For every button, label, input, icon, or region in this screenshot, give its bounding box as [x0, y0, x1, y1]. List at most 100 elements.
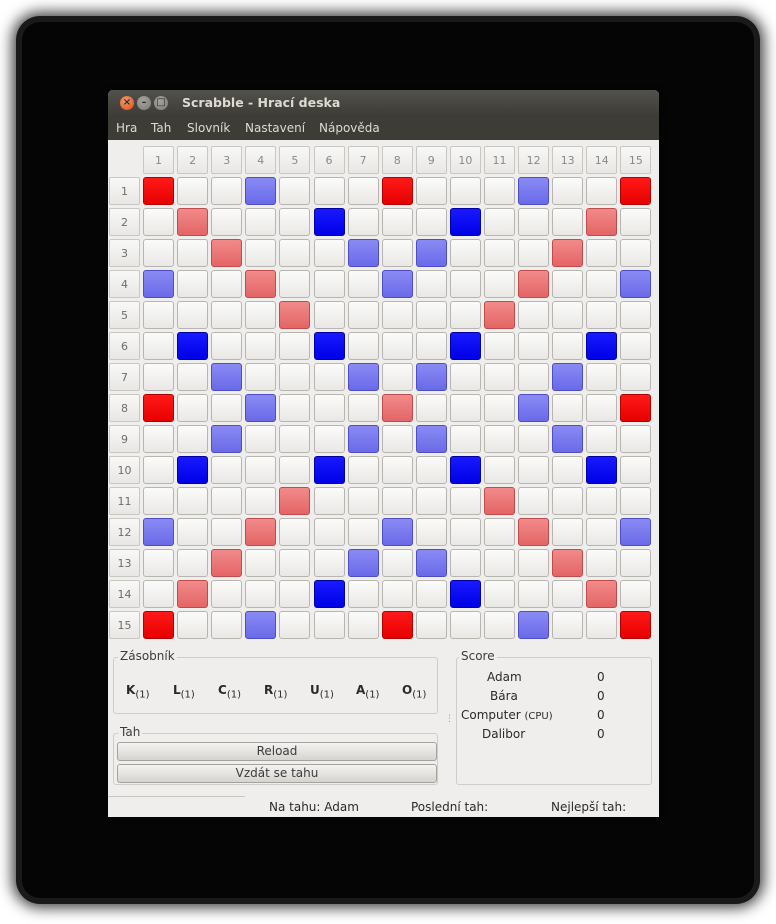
board-cell[interactable]	[381, 456, 413, 484]
board-cell[interactable]	[245, 332, 277, 360]
board-cell[interactable]	[620, 580, 652, 608]
rack-tile[interactable]: U(1)	[310, 683, 334, 700]
board-cell[interactable]	[484, 363, 515, 391]
board-cell[interactable]	[484, 456, 515, 484]
board-cell[interactable]	[484, 177, 515, 205]
board-cell[interactable]	[177, 270, 209, 298]
board-cell-dl[interactable]	[620, 518, 652, 546]
board-cell[interactable]	[347, 177, 379, 205]
board-cell-dl[interactable]	[518, 394, 550, 422]
pass-turn-button[interactable]: Vzdát se tahu	[117, 764, 437, 783]
board-cell[interactable]	[143, 239, 174, 267]
board-cell[interactable]	[347, 580, 379, 608]
board-cell-dw[interactable]	[586, 208, 618, 236]
board-cell-dl[interactable]	[381, 518, 413, 546]
board-cell[interactable]	[449, 270, 481, 298]
board-cell[interactable]	[347, 518, 379, 546]
board-cell[interactable]	[449, 425, 481, 453]
board-cell[interactable]	[586, 177, 618, 205]
board-cell[interactable]	[620, 239, 652, 267]
board-cell[interactable]	[552, 394, 584, 422]
board-cell[interactable]	[552, 580, 584, 608]
rack-tile[interactable]: A(1)	[356, 683, 379, 700]
board-cell[interactable]	[381, 425, 413, 453]
board-cell[interactable]	[211, 394, 243, 422]
board-cell[interactable]	[552, 611, 584, 639]
board-cell[interactable]	[313, 425, 345, 453]
board-cell-tw[interactable]	[620, 177, 652, 205]
board-cell[interactable]	[518, 456, 550, 484]
board-cell[interactable]	[620, 208, 652, 236]
board-cell[interactable]	[518, 425, 550, 453]
board-cell[interactable]	[381, 580, 413, 608]
board-cell[interactable]	[620, 425, 652, 453]
board-cell[interactable]	[143, 363, 174, 391]
board-cell[interactable]	[245, 549, 277, 577]
board-cell[interactable]	[484, 239, 515, 267]
board-cell[interactable]	[518, 363, 550, 391]
board-cell[interactable]	[484, 425, 515, 453]
board-cell[interactable]	[518, 549, 550, 577]
board-cell-tl[interactable]	[449, 208, 481, 236]
board-cell-dw[interactable]	[518, 270, 550, 298]
board-cell-dl[interactable]	[415, 549, 447, 577]
board-cell[interactable]	[347, 332, 379, 360]
board-cell[interactable]	[279, 363, 311, 391]
board-cell[interactable]	[245, 425, 277, 453]
board-cell[interactable]	[347, 301, 379, 329]
board-cell[interactable]	[415, 580, 447, 608]
board-cell[interactable]	[620, 363, 652, 391]
board-cell[interactable]	[313, 363, 345, 391]
menu-nastaveni[interactable]: Nastavení	[245, 121, 305, 135]
board-cell-tl[interactable]	[586, 456, 618, 484]
board-cell[interactable]	[279, 270, 311, 298]
board-cell-tl[interactable]	[313, 456, 345, 484]
board-cell-dw[interactable]	[211, 549, 243, 577]
board-cell[interactable]	[518, 301, 550, 329]
board-cell[interactable]	[177, 239, 209, 267]
board-cell-tl[interactable]	[177, 456, 209, 484]
board-cell[interactable]	[415, 456, 447, 484]
board-cell[interactable]	[552, 332, 584, 360]
board-cell[interactable]	[143, 549, 174, 577]
board-cell-dl[interactable]	[143, 270, 174, 298]
board-cell[interactable]	[552, 301, 584, 329]
board-cell-dl[interactable]	[347, 363, 379, 391]
board-cell[interactable]	[518, 208, 550, 236]
board-cell-dl[interactable]	[552, 363, 584, 391]
board-cell-dl[interactable]	[415, 363, 447, 391]
board-cell-tw[interactable]	[381, 611, 413, 639]
board-cell[interactable]	[484, 208, 515, 236]
board-cell[interactable]	[484, 611, 515, 639]
board-cell[interactable]	[143, 301, 174, 329]
board-cell-tl[interactable]	[313, 332, 345, 360]
board-cell[interactable]	[381, 549, 413, 577]
board-cell[interactable]	[211, 208, 243, 236]
board-cell-dl[interactable]	[245, 394, 277, 422]
rack-tile[interactable]: R(1)	[264, 683, 287, 700]
board-cell[interactable]	[620, 549, 652, 577]
board-cell[interactable]	[449, 301, 481, 329]
board-cell[interactable]	[279, 208, 311, 236]
board-cell[interactable]	[415, 301, 447, 329]
board-cell-dl[interactable]	[347, 549, 379, 577]
board-cell-dw[interactable]	[552, 239, 584, 267]
board-cell[interactable]	[449, 363, 481, 391]
board-cell[interactable]	[177, 363, 209, 391]
board-cell-dw[interactable]	[586, 580, 618, 608]
menu-napoveda[interactable]: Nápověda	[319, 121, 380, 135]
board-cell[interactable]	[518, 580, 550, 608]
board-cell[interactable]	[279, 394, 311, 422]
rack-tile[interactable]: L(1)	[173, 683, 195, 700]
board-cell[interactable]	[518, 487, 550, 515]
board-cell[interactable]	[245, 301, 277, 329]
board-cell[interactable]	[484, 394, 515, 422]
board-cell[interactable]	[177, 177, 209, 205]
board-cell[interactable]	[484, 270, 515, 298]
board-cell[interactable]	[279, 332, 311, 360]
board-cell[interactable]	[143, 456, 174, 484]
board-cell-dl[interactable]	[143, 518, 174, 546]
board-cell[interactable]	[347, 208, 379, 236]
board-cell[interactable]	[143, 487, 174, 515]
board-cell[interactable]	[586, 394, 618, 422]
